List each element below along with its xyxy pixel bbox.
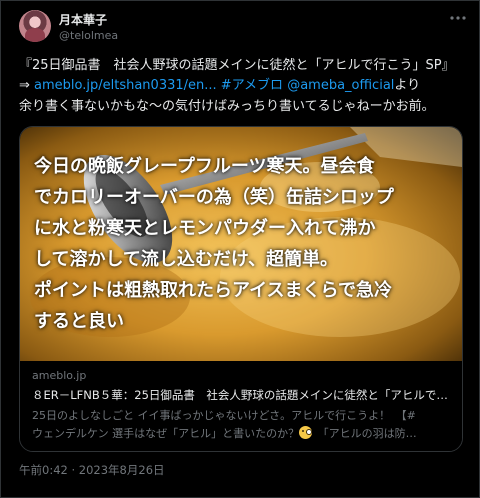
card-title[interactable]: ８ER－LFNB５華：25日御品書 社会人野球の話題メインに徒然と「アヒルで… (32, 387, 452, 403)
caption-line: に水と粉寒天とレモンパウダー入れて沸か (34, 218, 376, 239)
tweet-text-line-3: 余り書く事ないかもな～の気付けばみっちり書いてるじゃねーかお前。 (19, 99, 435, 114)
link-card[interactable]: 今日の晩飯グレープフルーツ寒天。昼会食 でカロリーオーバーの為（笑）缶詰シロップ… (19, 126, 463, 452)
card-image[interactable]: 今日の晩飯グレープフルーツ寒天。昼会食 でカロリーオーバーの為（笑）缶詰シロップ… (20, 127, 462, 361)
card-description-line-1: 25日のよしなしごと イイ事ばっかじゃないけどさ。アヒルで行こうよ！ 【# (32, 409, 416, 422)
card-description-text: 「アヒルの羽は防… (312, 427, 417, 440)
caption-line: して溶かして流し込むだけ、超簡単。 (34, 249, 339, 270)
tweet-text-line-1: 『25日御品書 社会人野球の話題メインに徒然と「アヒルで行こう」SP』 (19, 58, 455, 73)
tweet-text-prefix: ⇒ (19, 78, 35, 93)
face-emoji-icon (299, 426, 313, 439)
hashtag-link[interactable]: #アメブロ (221, 78, 283, 93)
card-domain: ameblo.jp (32, 369, 87, 382)
more-icon[interactable] (448, 10, 468, 26)
tweet-text-suffix: より (394, 78, 421, 93)
caption-line: 今日の晩飯グレープフルーツ寒天。昼会食 (34, 156, 375, 177)
tweet: 月本華子 @telolmea 『25日御品書 社会人野球の話題メインに徒然と「ア… (0, 0, 480, 498)
avatar[interactable] (19, 10, 51, 42)
article-link[interactable]: ameblo.jp/eltshan0331/en... (34, 78, 217, 93)
card-description-text: ウェンデルケン 選手はなぜ「アヒル」と書いたのか？ (32, 427, 300, 440)
card-image-caption: 今日の晩飯グレープフルーツ寒天。昼会食 でカロリーオーバーの為（笑）缶詰シロップ… (34, 151, 459, 337)
caption-line: すると良い (34, 311, 124, 332)
card-description: 25日のよしなしごと イイ事ばっかじゃないけどさ。アヒルで行こうよ！ 【# ウェ… (32, 407, 452, 443)
user-handle[interactable]: @telolmea (59, 29, 118, 42)
tweet-text-line-2: ⇒ ameblo.jp/eltshan0331/en... #アメブロ @ame… (19, 76, 469, 95)
more-icon-glyph (450, 16, 466, 20)
card-description-line-2: ウェンデルケン 選手はなぜ「アヒル」と書いたのか？ 「アヒルの羽は防… (32, 425, 452, 443)
timestamp[interactable]: 午前0:42 · 2023年8月26日 (19, 462, 165, 478)
card-meta[interactable]: ameblo.jp ８ER－LFNB５華：25日御品書 社会人野球の話題メインに… (20, 361, 462, 451)
display-name[interactable]: 月本華子 (59, 11, 107, 28)
mention-link[interactable]: @ameba_official (287, 78, 394, 93)
caption-line: でカロリーオーバーの為（笑）缶詰シロップ (34, 187, 394, 208)
caption-line: ポイントは粗熱取れたらアイスまくらで急冷 (34, 280, 393, 301)
